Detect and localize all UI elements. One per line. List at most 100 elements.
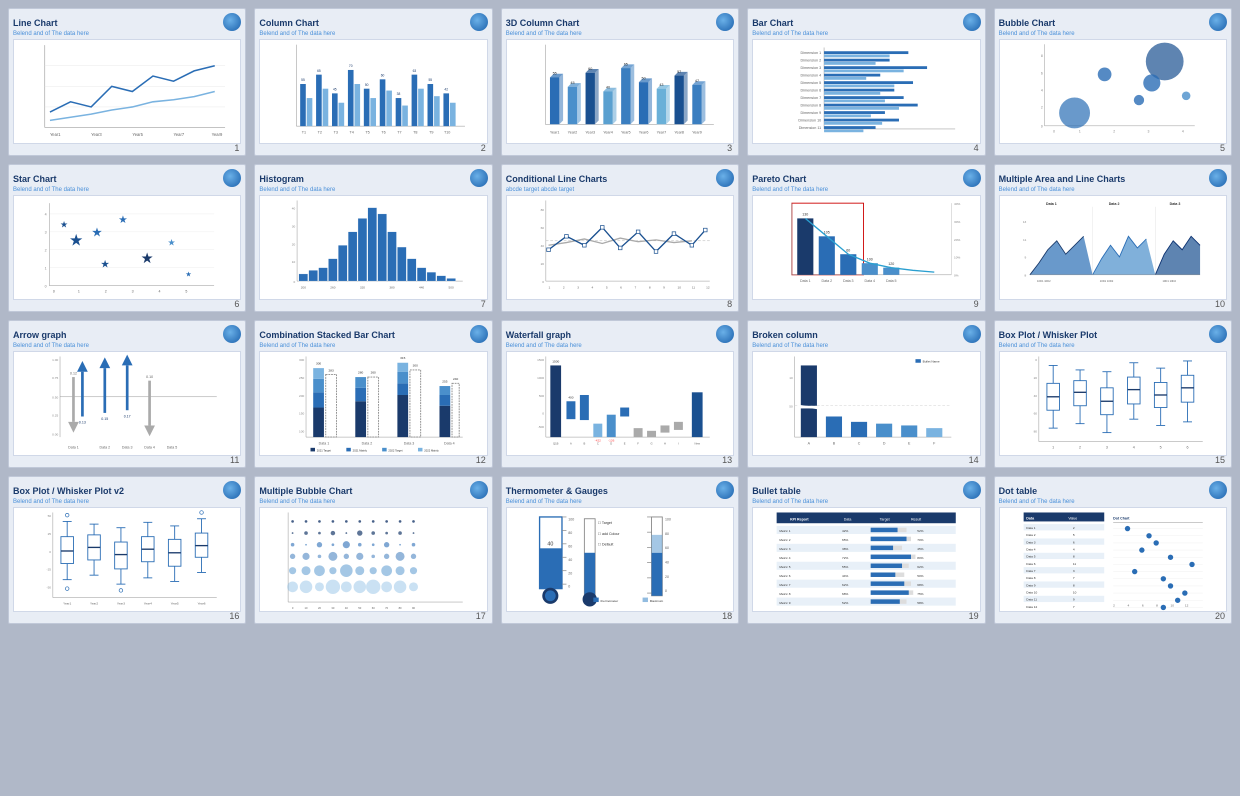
- svg-text:★: ★: [69, 231, 83, 249]
- svg-text:I: I: [678, 441, 679, 445]
- card-title: Conditional Line Charts: [506, 174, 608, 184]
- svg-text:Year6: Year6: [639, 131, 649, 135]
- card-20[interactable]: Dot tableBelend and of The data here Dat…: [994, 476, 1232, 624]
- svg-text:62%: 62%: [842, 583, 848, 587]
- svg-text:4: 4: [1127, 604, 1129, 608]
- card-9[interactable]: Pareto ChartBelend and of The data here …: [747, 164, 985, 312]
- svg-text:2: 2: [1040, 106, 1042, 110]
- card-number: 12: [476, 455, 486, 465]
- svg-text:H: H: [664, 441, 666, 445]
- svg-text:Dimension 6: Dimension 6: [801, 89, 822, 93]
- svg-text:Data 3: Data 3: [404, 441, 415, 445]
- svg-text:60: 60: [568, 544, 572, 548]
- svg-text:40: 40: [292, 206, 296, 210]
- svg-text:2021 Target: 2021 Target: [317, 448, 331, 452]
- card-logo-icon: [963, 325, 981, 343]
- card-header: Thermometer & Gauges Belend and of The da…: [506, 481, 734, 505]
- card-logo-icon: [470, 13, 488, 31]
- svg-text:Data 3: Data 3: [122, 446, 133, 450]
- card-subtitle: Belend and of The data here: [506, 343, 582, 349]
- svg-text:320: 320: [360, 285, 365, 289]
- svg-text:20%: 20%: [954, 238, 960, 242]
- svg-text:Data 1: Data 1: [800, 279, 811, 283]
- card-number: 10: [1215, 299, 1225, 309]
- card-title-block: Thermometer & Gauges Belend and of The da…: [506, 481, 608, 505]
- card-8[interactable]: Conditional Line Chartsabcde target abcd…: [501, 164, 739, 312]
- card-13[interactable]: Waterfall graphBelend and of The data he…: [501, 320, 739, 468]
- card-10[interactable]: Multiple Area and Line ChartsBelend and …: [994, 164, 1232, 312]
- card-header: Bullet tableBelend and of The data here: [752, 481, 980, 505]
- card-2[interactable]: Column ChartBelend and of The data here …: [254, 8, 492, 156]
- card-title-block: Bubble ChartBelend and of The data here: [999, 13, 1075, 37]
- svg-text:60: 60: [588, 67, 592, 71]
- card-number: 6: [234, 299, 239, 309]
- svg-text:New: New: [694, 441, 699, 445]
- card-7[interactable]: HistogramBelend and of The data here 200…: [254, 164, 492, 312]
- card-title: Thermometer & Gauges: [506, 486, 608, 496]
- card-12[interactable]: Combination Stacked Bar ChartBelend and …: [254, 320, 492, 468]
- card-14[interactable]: Broken columnBelend and of The data here…: [747, 320, 985, 468]
- card-subtitle: Belend and of The data here: [259, 31, 335, 37]
- card-title: Dot table: [999, 486, 1038, 496]
- svg-text:3: 3: [577, 285, 579, 289]
- card-title: Line Chart: [13, 18, 58, 28]
- card-header: Combination Stacked Bar ChartBelend and …: [259, 325, 487, 349]
- svg-text:T8: T8: [414, 131, 418, 135]
- card-19[interactable]: Bullet tableBelend and of The data here …: [747, 476, 985, 624]
- card-subtitle: Belend and of The data here: [259, 343, 395, 349]
- card-number: 8: [727, 299, 732, 309]
- svg-text:20: 20: [665, 575, 669, 579]
- svg-text:65: 65: [624, 62, 628, 66]
- chart-conditionalline: 123456789101112 0 20 40 60 80: [506, 195, 734, 300]
- card-title-block: Column ChartBelend and of The data here: [259, 13, 335, 37]
- card-header: HistogramBelend and of The data here: [259, 169, 487, 193]
- svg-text:Dot Chart: Dot Chart: [1113, 517, 1130, 521]
- svg-text:Year1: Year1: [50, 132, 61, 137]
- svg-text:7: 7: [1072, 576, 1074, 580]
- svg-text:80: 80: [540, 208, 544, 212]
- card-3[interactable]: 3D Column ChartBelend and of The data he…: [501, 8, 739, 156]
- chart-thermometer: 100 80 60 40 20 0 40 ☐ Target ☐ add Colo…: [506, 507, 734, 612]
- card-subtitle: Belend and of The data here: [506, 499, 608, 505]
- card-18[interactable]: Thermometer & Gauges Belend and of The da…: [501, 476, 739, 624]
- card-subtitle: Belend and of The data here: [752, 31, 828, 37]
- svg-text:7: 7: [1072, 605, 1074, 609]
- card-5[interactable]: Bubble ChartBelend and of The data here …: [994, 8, 1232, 156]
- svg-text:Dimension 10: Dimension 10: [799, 118, 822, 122]
- svg-text:8: 8: [1024, 274, 1026, 278]
- svg-text:★: ★: [118, 214, 128, 226]
- card-logo-icon: [223, 481, 241, 499]
- svg-text:T7: T7: [398, 131, 402, 135]
- svg-text:65%: 65%: [842, 538, 848, 542]
- svg-text:Data 2: Data 2: [100, 446, 111, 450]
- svg-text:57: 57: [677, 70, 681, 74]
- svg-text:☐ Target: ☐ Target: [598, 521, 612, 525]
- card-subtitle: Belend and of The data here: [259, 499, 352, 505]
- svg-text:52%: 52%: [917, 529, 923, 533]
- svg-text:1500: 1500: [537, 358, 544, 362]
- svg-text:6: 6: [1072, 540, 1074, 544]
- chart-column: 55 65 45 70 50: [259, 39, 487, 144]
- svg-text:55: 55: [552, 72, 556, 76]
- card-4[interactable]: Bar ChartBelend and of The data here Dim…: [747, 8, 985, 156]
- svg-text:300: 300: [299, 358, 304, 362]
- svg-text:4: 4: [1072, 548, 1074, 552]
- card-11[interactable]: Arrow graphBelend and of The data here 1…: [8, 320, 246, 468]
- card-15[interactable]: Box Plot / Whisker PlotBelend and of The…: [994, 320, 1232, 468]
- card-16[interactable]: Box Plot / Whisker Plot v2Belend and of …: [8, 476, 246, 624]
- card-number: 7: [481, 299, 486, 309]
- svg-text:1.00: 1.00: [52, 358, 58, 362]
- svg-text:3: 3: [1072, 569, 1074, 573]
- card-1[interactable]: Line ChartBelend and of The data here Ye…: [8, 8, 246, 156]
- svg-text:25: 25: [48, 532, 52, 536]
- card-title: Multiple Area and Line Charts: [999, 174, 1126, 184]
- svg-text:4: 4: [1040, 89, 1042, 93]
- svg-text:Data 1: Data 1: [1026, 526, 1035, 530]
- card-header: Column ChartBelend and of The data here: [259, 13, 487, 37]
- svg-text:9: 9: [1024, 256, 1026, 260]
- svg-text:Data 3: Data 3: [1169, 202, 1180, 206]
- card-17[interactable]: Multiple Bubble ChartBelend and of The d…: [254, 476, 492, 624]
- svg-text:Year2: Year2: [567, 131, 577, 135]
- card-6[interactable]: Star ChartBelend and of The data here 0 …: [8, 164, 246, 312]
- svg-text:20: 20: [318, 606, 321, 610]
